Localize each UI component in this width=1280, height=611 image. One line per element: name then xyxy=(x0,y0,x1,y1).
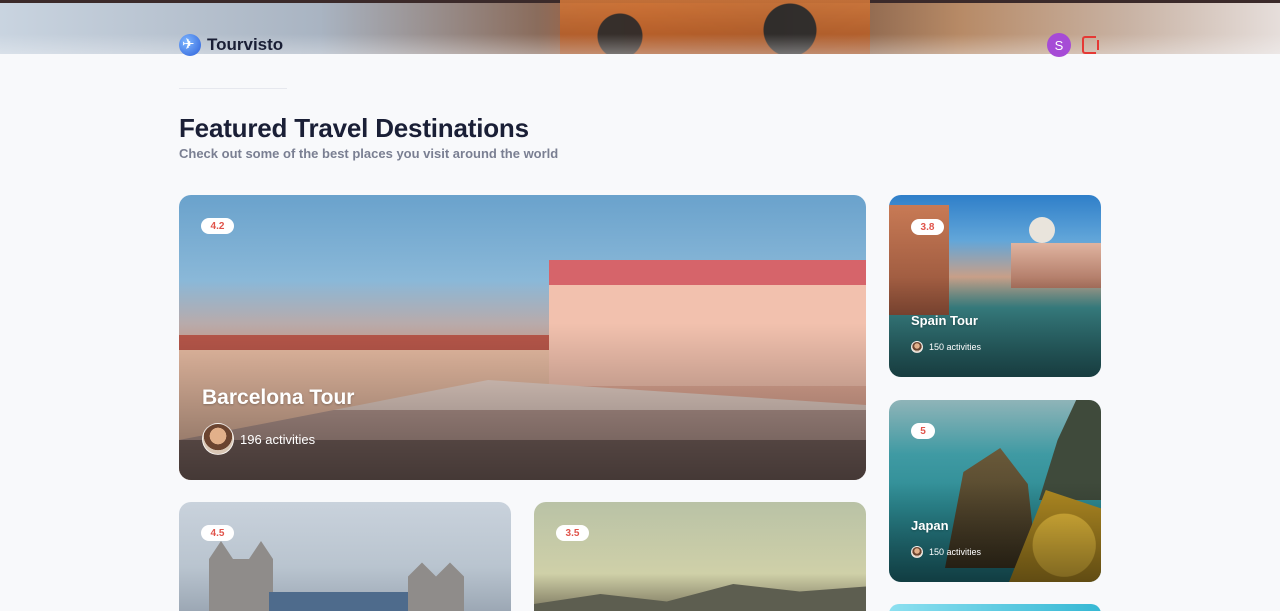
header-divider xyxy=(179,88,287,89)
card-title: Barcelona Tour xyxy=(202,386,355,409)
airplane-globe-icon xyxy=(179,34,201,56)
rating-badge: 3.5 xyxy=(556,525,589,541)
page-title: Featured Travel Destinations xyxy=(179,113,529,143)
destination-card-coast[interactable]: 3.5 xyxy=(534,502,866,611)
rating-badge: 4.2 xyxy=(201,218,234,234)
destination-card-featured[interactable]: 4.2 Barcelona Tour 196 activities xyxy=(179,195,866,480)
card-title: Spain Tour xyxy=(911,313,978,328)
card-title: Japan xyxy=(911,518,949,533)
traveler-avatar xyxy=(911,546,923,558)
page-subtitle: Check out some of the best places you vi… xyxy=(179,146,559,161)
brand-logo[interactable]: Tourvisto xyxy=(179,34,283,56)
user-avatar[interactable]: S xyxy=(1047,33,1071,57)
destination-card-japan[interactable]: 5 Japan 150 activities xyxy=(889,400,1101,582)
card-photo-tower xyxy=(408,562,464,611)
activities-count: 150 activities xyxy=(929,342,982,352)
destination-card-spain[interactable]: 3.8 Spain Tour 150 activities xyxy=(889,195,1101,377)
rating-badge: 3.8 xyxy=(911,219,944,235)
activities-info: 150 activities xyxy=(911,341,981,353)
brand-name: Tourvisto xyxy=(207,35,284,54)
logout-icon[interactable] xyxy=(1082,36,1099,54)
activities-info: 150 activities xyxy=(911,546,981,558)
activities-count: 150 activities xyxy=(929,547,982,557)
activities-count: 196 activities xyxy=(240,431,316,447)
traveler-avatar xyxy=(911,341,923,353)
activities-info: 196 activities xyxy=(202,423,315,455)
destination-card-london[interactable]: 4.5 xyxy=(179,502,511,611)
card-photo-bridge-span xyxy=(269,592,409,611)
traveler-avatar xyxy=(202,423,234,455)
card-photo-hills xyxy=(534,584,866,611)
destination-card-next[interactable] xyxy=(889,604,1101,611)
rating-badge: 5 xyxy=(911,423,935,439)
rating-badge: 4.5 xyxy=(201,525,234,541)
